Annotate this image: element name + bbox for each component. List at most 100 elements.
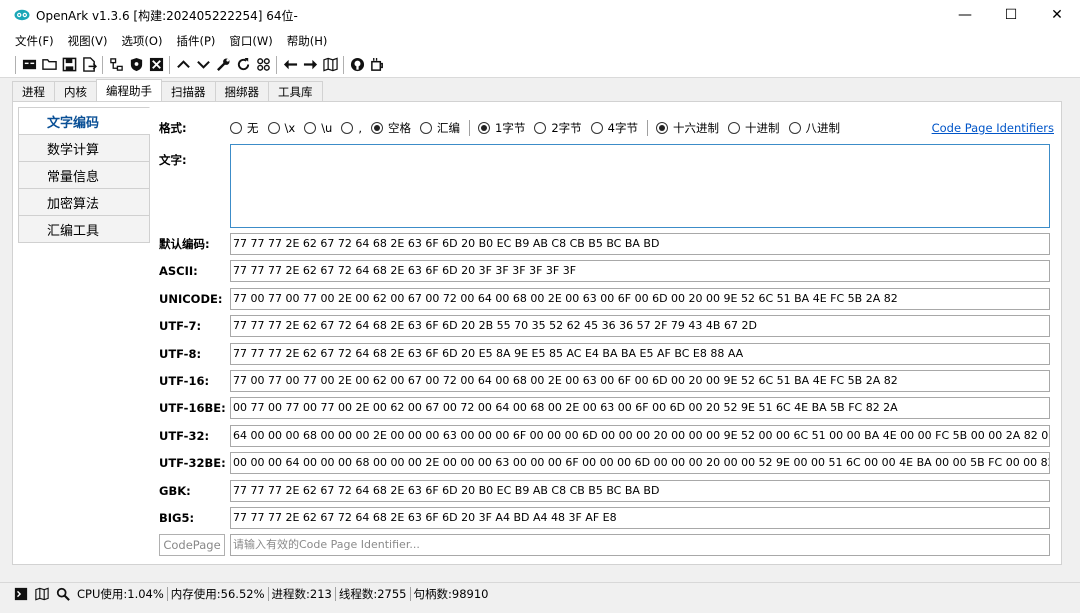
radix-radio-2[interactable]: 八进制 [788, 120, 841, 136]
sidenav-item-constants[interactable]: 常量信息 [18, 161, 150, 189]
encoding-label: ASCII: [159, 264, 198, 279]
toolbar-grip [15, 55, 16, 74]
maximize-button[interactable]: ☐ [988, 0, 1034, 30]
chevron-up-icon[interactable] [173, 55, 193, 75]
encoding-value-field[interactable]: 77 77 77 2E 62 67 72 64 68 2E 63 6F 6D 2… [230, 479, 1050, 502]
encoding-row: UTF-8: 77 77 77 2E 62 67 72 64 68 2E 63 6… [159, 342, 1050, 365]
radio-label: 4字节 [607, 121, 638, 135]
encoding-row: ASCII: 77 77 77 2E 62 67 72 64 68 2E 63 6… [159, 260, 1050, 283]
wrench-icon[interactable] [213, 55, 233, 75]
map-icon[interactable] [320, 55, 340, 75]
grid-icon[interactable] [253, 55, 273, 75]
encoding-row: GBK: 77 77 77 2E 62 67 72 64 68 2E 63 6F … [159, 479, 1050, 502]
refresh-icon[interactable] [233, 55, 253, 75]
encoding-value-field[interactable]: 77 77 77 2E 62 67 72 64 68 2E 63 6F 6D 2… [230, 233, 1050, 255]
radio-label: , [358, 121, 363, 135]
status-divider [267, 586, 269, 601]
radio-circle-icon [267, 122, 280, 134]
tab-scanner[interactable]: 扫描器 [161, 81, 216, 101]
process-count: 进程数:213 [271, 586, 332, 601]
encoding-value-field[interactable]: 00 00 00 64 00 00 00 68 00 00 00 2E 00 0… [230, 452, 1050, 475]
bytesize-radio-2[interactable]: 4字节 [590, 120, 638, 136]
tab-bundler[interactable]: 捆绑器 [214, 81, 269, 101]
process-tree-icon[interactable] [106, 55, 126, 75]
code-page-identifiers-link[interactable]: Code Page Identifiers [932, 121, 1054, 135]
tab-coding-helper[interactable]: 编程助手 [96, 79, 162, 101]
chevron-down-icon[interactable] [193, 55, 213, 75]
sidenav-item-math[interactable]: 数学计算 [18, 134, 150, 162]
text-input[interactable] [230, 144, 1050, 228]
map-icon[interactable] [35, 586, 51, 602]
open-folder-icon[interactable] [39, 55, 59, 75]
encoding-value-field[interactable]: 77 77 77 2E 62 67 72 64 68 2E 63 6F 6D 2… [230, 315, 1050, 338]
format-options: 格式: 无 \x \u, 空格 汇编 1字节 2字节 4字节 十六进制 十进制 八进制 Code… [159, 118, 1054, 138]
radio-circle-icon [478, 122, 491, 134]
encoding-value-field[interactable]: 77 77 77 2E 62 67 72 64 68 2E 63 6F 6D 2… [230, 342, 1050, 365]
encoding-value-field[interactable]: 77 00 77 00 77 00 2E 00 62 00 67 00 72 0… [230, 287, 1050, 310]
search-icon[interactable] [56, 586, 72, 602]
encoding-row: UTF-16: 77 00 77 00 77 00 2E 00 62 00 67 … [159, 370, 1050, 392]
save-icon[interactable] [59, 55, 79, 75]
encoding-label: UTF-8: [159, 346, 202, 361]
arrow-left-icon[interactable] [280, 55, 300, 75]
menu-view[interactable]: 视图(V) [61, 33, 115, 49]
separator-radio-2[interactable]: \u [304, 121, 332, 135]
menu-help[interactable]: 帮助(H) [280, 33, 335, 49]
github-icon[interactable] [347, 55, 367, 75]
separator-radio-3[interactable]: , [341, 121, 362, 135]
radio-circle-icon [420, 122, 433, 134]
export-file-icon[interactable] [79, 55, 99, 75]
encoding-label: 默认编码: [159, 237, 210, 251]
toolbar-separator [102, 55, 103, 74]
encoding-value-field[interactable]: 77 77 77 2E 62 67 72 64 68 2E 63 6F 6D 2… [230, 260, 1050, 283]
encoding-label: UNICODE: [159, 291, 223, 306]
encoding-value-field[interactable]: 00 77 00 77 00 77 00 2E 00 62 00 67 00 7… [230, 397, 1050, 420]
sidenav-item-crypto[interactable]: 加密算法 [18, 188, 150, 216]
handle-count: 句柄数:98910 [413, 586, 489, 601]
sidenav-item-text-encoding[interactable]: 文字编码 [18, 107, 150, 135]
shield-icon[interactable] [126, 55, 146, 75]
menu-file[interactable]: 文件(F) [8, 33, 61, 49]
encoding-row: UTF-7: 77 77 77 2E 62 67 72 64 68 2E 63 6… [159, 315, 1050, 338]
console-icon[interactable] [14, 586, 30, 602]
codepage-button[interactable]: CodePage [159, 534, 225, 556]
radio-circle-icon [590, 122, 603, 134]
encoding-row: UNICODE: 77 00 77 00 77 00 2E 00 62 00 67… [159, 287, 1050, 310]
encoding-row: UTF-32: 64 00 00 00 68 00 00 00 2E 00 00 … [159, 424, 1050, 447]
separator-radio-1[interactable]: \x [267, 121, 295, 135]
separator-radio-4[interactable]: 空格 [371, 120, 411, 136]
separator-radio-0[interactable]: 无 [230, 120, 259, 136]
memory-usage: 内存使用:56.52% [170, 586, 265, 601]
coffee-cup-icon[interactable] [367, 55, 387, 75]
radio-circle-icon [304, 122, 317, 134]
encoding-label: UTF-32: [159, 428, 210, 443]
encoding-value-field[interactable]: 77 77 77 2E 62 67 72 64 68 2E 63 6F 6D 2… [230, 507, 1050, 529]
arrow-right-icon[interactable] [300, 55, 320, 75]
menu-options[interactable]: 选项(O) [114, 33, 169, 49]
codepage-input[interactable]: 请输入有效的Code Page Identifier... [230, 534, 1050, 556]
encoding-row: 默认编码: 77 77 77 2E 62 67 72 64 68 2E 63 6F… [159, 233, 1050, 255]
console-icon[interactable] [19, 55, 39, 75]
tab-process[interactable]: 进程 [12, 81, 55, 101]
menu-plugins[interactable]: 插件(P) [169, 33, 222, 49]
menu-window[interactable]: 窗口(W) [222, 33, 279, 49]
separator-radio-5[interactable]: 汇编 [420, 120, 460, 136]
bytesize-radio-1[interactable]: 2字节 [534, 120, 582, 136]
sidenav-item-assembler[interactable]: 汇编工具 [18, 215, 150, 243]
encoding-value-field[interactable]: 64 00 00 00 68 00 00 00 2E 00 00 00 63 0… [230, 424, 1050, 447]
radix-radio-1[interactable]: 十进制 [728, 120, 780, 136]
encoding-value-field[interactable]: 77 00 77 00 77 00 2E 00 62 00 67 00 72 0… [230, 370, 1050, 392]
kill-process-icon[interactable] [146, 55, 166, 75]
radio-label: 八进制 [805, 121, 841, 135]
status-divider [409, 586, 411, 601]
close-button[interactable]: ✕ [1034, 0, 1080, 30]
format-label: 格式: [159, 121, 187, 135]
encoding-label: UTF-32BE: [159, 456, 226, 471]
tab-toolkit[interactable]: 工具库 [268, 81, 323, 101]
minimize-button[interactable]: — [942, 0, 988, 30]
radio-label: \u [321, 121, 333, 135]
tab-kernel[interactable]: 内核 [54, 81, 97, 101]
codepage-row: CodePage 请输入有效的Code Page Identifier... [159, 534, 1050, 556]
radix-radio-0[interactable]: 十六进制 [656, 120, 719, 136]
bytesize-radio-0[interactable]: 1字节 [478, 120, 525, 136]
